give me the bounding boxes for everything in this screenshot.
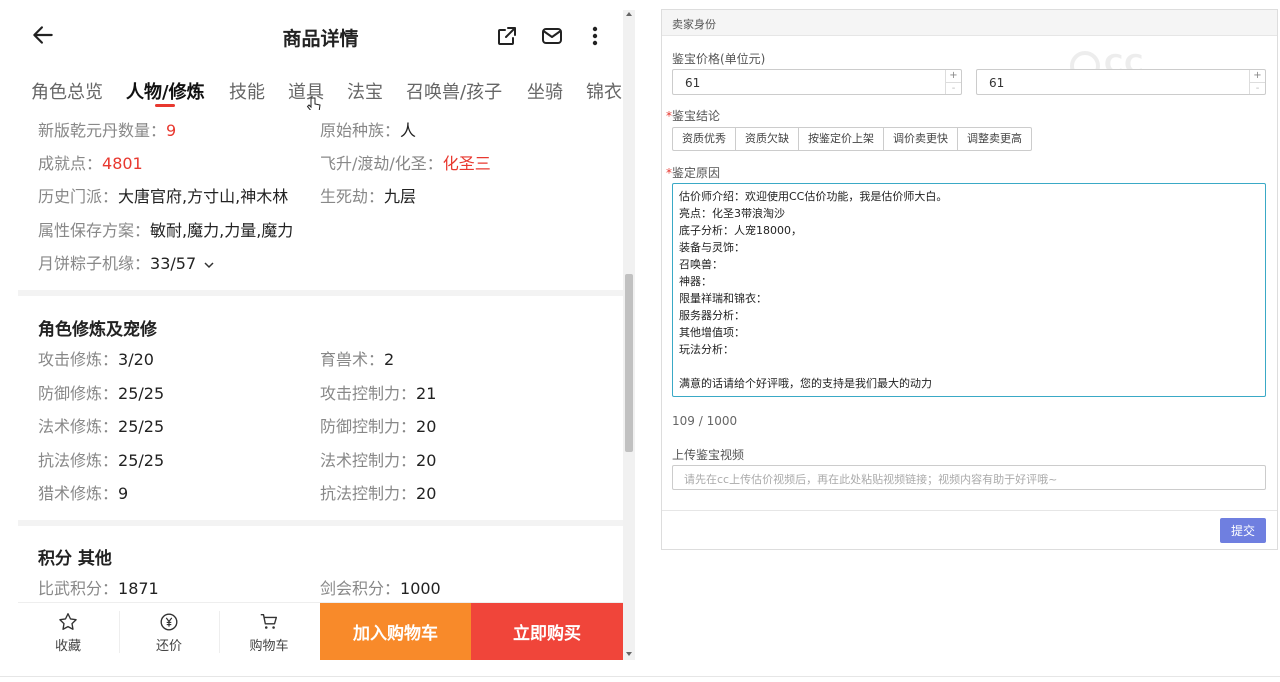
info-ascension: 飞升/渡劫/化圣：化圣三 [320,154,491,173]
favorite-button[interactable]: 收藏 [18,603,118,660]
page-title: 商品详情 [282,28,359,50]
hand-cursor-icon [306,97,321,110]
tab-outfits[interactable]: 锦衣 [586,78,622,104]
cult-row: 抗法控制力：20 [320,484,437,503]
info-qianyuan: 新版乾元丹数量：9 [38,121,177,140]
cart-button[interactable]: 购物车 [219,603,319,660]
reason-label: *鉴定原因 [666,166,721,180]
char-counter: 109 / 1000 [672,414,738,428]
scroll-down-arrow-icon[interactable] [626,652,632,656]
yen-coin-icon [160,613,178,631]
star-icon [59,613,77,630]
cult-row: 育兽术：2 [320,350,395,369]
points-row: 剑会积分：1000 [320,579,441,598]
category-tabs: 角色总览 人物/修炼 技能 道具 法宝 召唤兽/孩子 坐骑 锦衣 [18,74,623,110]
tab-pets[interactable]: 召唤兽/孩子 [406,78,502,104]
minus-icon[interactable]: - [946,82,961,94]
plus-icon[interactable]: + [1250,70,1265,82]
video-label: 上传鉴宝视频 [672,448,745,462]
form-footer-divider [662,510,1277,511]
conclusion-list-at-price-button[interactable]: 按鉴定价上架 [798,127,884,151]
cult-row: 猎术修炼：9 [38,484,129,503]
cult-row: 抗法修炼：25/25 [38,451,165,470]
points-row: 比武积分：1871 [38,579,159,598]
product-detail-pane: 商品详情 角色总览 人物/修炼 技能 道具 法宝 召唤兽/孩子 坐骑 锦衣 新版… [18,0,623,660]
price-stepper-1[interactable]: + - [945,70,961,94]
panel-header: 卖家身份 [662,10,1277,36]
info-school: 历史门派：大唐官府,方寸山,神木林 [38,187,289,206]
conclusion-button-group: 资质优秀 资质欠缺 按鉴定价上架 调价卖更快 调整卖更高 [672,127,1032,151]
mail-icon[interactable] [540,24,564,48]
scroll-up-arrow-icon[interactable] [626,12,632,16]
tab-treasures[interactable]: 法宝 [347,78,383,104]
info-attr-plan: 属性保存方案：敏耐,魔力,力量,魔力 [38,221,294,240]
cult-row: 攻击修炼：3/20 [38,350,154,369]
conclusion-excellent-button[interactable]: 资质优秀 [672,127,736,151]
active-tab-indicator [155,104,175,107]
section-divider [18,520,623,526]
cult-row: 防御修炼：25/25 [38,384,165,403]
cult-row: 法术控制力：20 [320,451,437,470]
bargain-button[interactable]: 还价 [119,603,219,660]
tab-mounts[interactable]: 坐骑 [527,78,563,104]
bottom-action-bar: 收藏 还价 购物车 加入购物车 立即购买 [18,602,623,660]
reason-textarea[interactable]: 估价师介绍：欢迎使用CC估价功能，我是估价师大白。 亮点：化圣3带浪淘沙 底子分… [672,183,1266,397]
buy-now-button[interactable]: 立即购买 [471,603,623,660]
chevron-down-icon[interactable] [203,259,215,271]
left-pane-scrollbar[interactable] [623,10,635,660]
section-divider [18,290,623,296]
cult-row: 防御控制力：20 [320,417,437,436]
video-link-input[interactable]: 请先在cc上传估价视频后，再在此处粘贴视频链接；视频内容有助于好评哦~ [672,465,1266,490]
conclusion-lacking-button[interactable]: 资质欠缺 [735,127,799,151]
info-mooncake[interactable]: 月饼粽子机缘：33/57 [38,250,215,274]
plus-icon[interactable]: + [946,70,961,82]
price-stepper-2[interactable]: + - [1249,70,1265,94]
tab-character-cultivation[interactable]: 人物/修炼 [126,78,205,104]
detail-content: 新版乾元丹数量：9 原始种族：人 成就点：4801 飞升/渡劫/化圣：化圣三 历… [18,110,623,602]
tab-skills[interactable]: 技能 [229,78,265,104]
info-trial: 生死劫：九层 [320,187,417,206]
page-bottom-divider [0,676,1280,677]
cult-row: 攻击控制力：21 [320,384,437,403]
cultivation-section-title: 角色修炼及宠修 [38,320,157,340]
conclusion-lower-price-button[interactable]: 调价卖更快 [883,127,958,151]
price-input-2[interactable]: 61 + - [976,69,1266,95]
add-to-cart-button[interactable]: 加入购物车 [320,603,471,660]
tab-overview[interactable]: 角色总览 [31,78,103,104]
price-input-1[interactable]: 61 + - [672,69,962,95]
appraisal-form-panel: 卖家身份 CC 鉴宝价格(单位元) 61 + - 61 + - *鉴宝结论 资质… [661,9,1278,550]
conclusion-raise-price-button[interactable]: 调整卖更高 [957,127,1032,151]
conclusion-label: *鉴宝结论 [666,109,721,123]
top-bar: 商品详情 [18,0,623,72]
info-race: 原始种族：人 [320,121,417,140]
submit-button[interactable]: 提交 [1220,518,1266,543]
shopping-cart-icon [260,613,278,629]
points-section-title: 积分 其他 [38,549,112,569]
price-label: 鉴宝价格(单位元) [672,52,766,66]
info-achievement: 成就点：4801 [38,154,143,173]
share-icon[interactable] [495,24,519,48]
cult-row: 法术修炼：25/25 [38,417,165,436]
minus-icon[interactable]: - [1250,82,1265,94]
more-vertical-icon[interactable] [583,24,607,48]
scrollbar-thumb[interactable] [625,274,633,452]
